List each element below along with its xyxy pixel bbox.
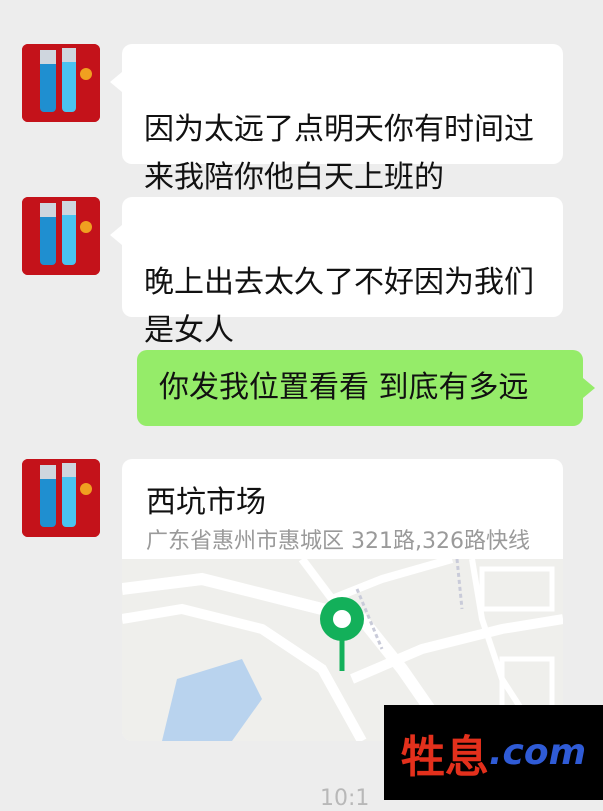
message-text: 因为太远了点明天你有时间过 来我陪你他白天上班的 [144,112,534,195]
outgoing-message[interactable]: 你发我位置看看 到底有多远 [137,350,595,426]
message-text: 晚上出去太久了不好因为我们 是女人 [144,265,534,348]
contact-avatar[interactable] [22,459,100,537]
watermark-cn: 牲息 [400,731,489,783]
watermark-com: .com [488,732,587,773]
contact-avatar[interactable] [22,44,100,122]
location-title: 西坑市场 [146,485,266,520]
incoming-message[interactable]: 因为太远了点明天你有时间过 来我陪你他白天上班的 [110,44,563,195]
contact-avatar[interactable] [22,197,100,275]
location-message[interactable]: 西坑市场 广东省惠州市惠城区 321路,326路快线 [122,459,563,741]
message-text: 你发我位置看看 到底有多远 [159,370,529,405]
site-watermark: 牲息 .com [384,705,603,800]
incoming-message[interactable]: 晚上出去太久了不好因为我们 是女人 [110,197,563,348]
avatar-image [22,44,100,122]
avatar-image [22,197,100,275]
location-address: 广东省惠州市惠城区 321路,326路快线 [146,529,530,554]
message-timestamp: 10:1 [320,786,370,811]
avatar-image [22,459,100,537]
